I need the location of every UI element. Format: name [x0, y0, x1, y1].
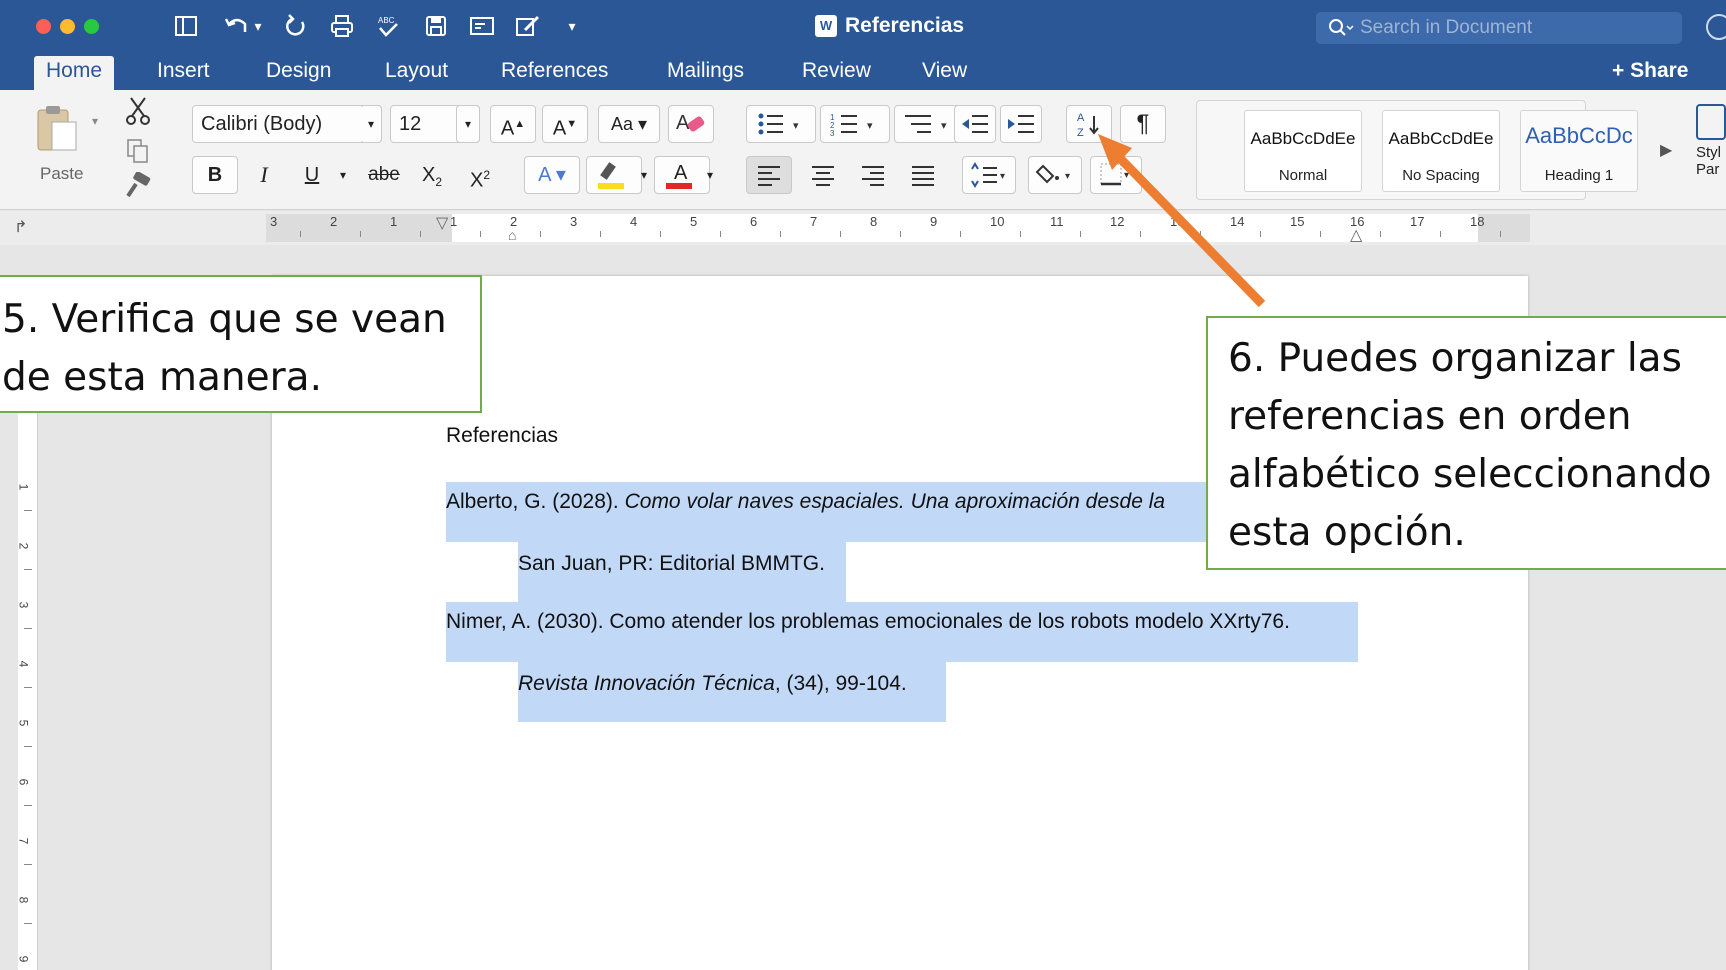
annotation-arrow	[1098, 134, 1266, 308]
arrow-shaft	[1108, 146, 1266, 308]
